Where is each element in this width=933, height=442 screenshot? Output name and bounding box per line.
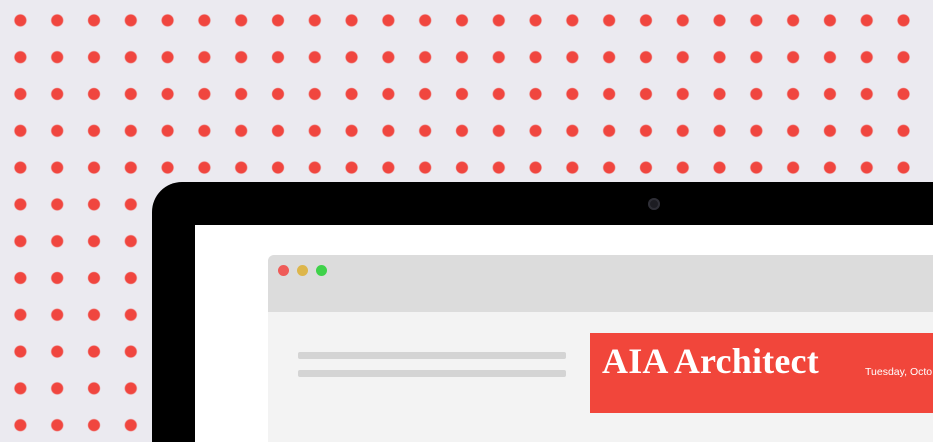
monitor: AIA Architect Tuesday, Octo [152, 182, 933, 442]
window-maximize-icon[interactable] [316, 265, 327, 276]
publication-date: Tuesday, Octo [865, 366, 933, 378]
window-minimize-icon[interactable] [297, 265, 308, 276]
publication-header: AIA Architect Tuesday, Octo [590, 333, 933, 413]
window-close-icon[interactable] [278, 265, 289, 276]
webcam-icon [648, 198, 660, 210]
browser-window: AIA Architect Tuesday, Octo [268, 255, 933, 442]
monitor-screen: AIA Architect Tuesday, Octo [195, 225, 933, 442]
publication-title[interactable]: AIA Architect [602, 340, 819, 382]
placeholder-line [298, 352, 566, 359]
placeholder-line [298, 370, 566, 377]
browser-toolbar [268, 255, 933, 312]
